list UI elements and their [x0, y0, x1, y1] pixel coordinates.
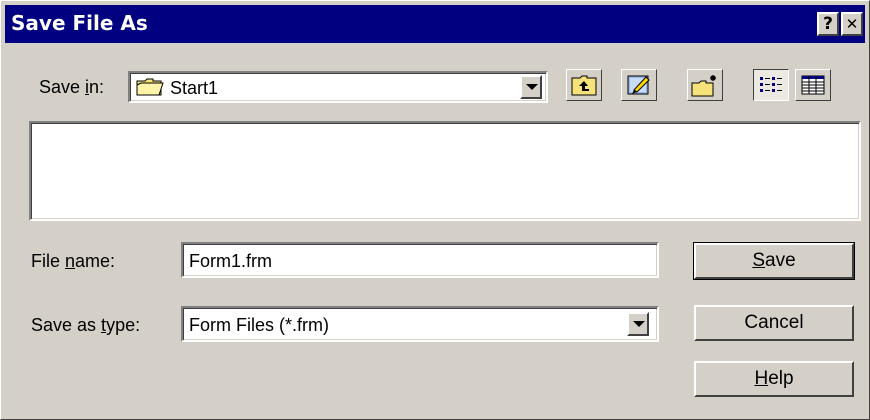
file-list-area[interactable] — [29, 121, 861, 221]
help-button[interactable]: Help — [694, 361, 854, 397]
file-name-value: Form1.frm — [189, 251, 272, 271]
save-button-label: ave — [765, 250, 796, 271]
list-view-button[interactable] — [753, 69, 789, 101]
save-in-combo[interactable]: Start1 — [128, 71, 548, 103]
new-folder-icon — [691, 75, 716, 97]
chevron-down-icon — [633, 321, 645, 327]
desktop-button[interactable] — [621, 69, 657, 101]
save-button[interactable]: Save — [693, 242, 855, 280]
title-bar[interactable]: Save File As ? ✕ — [5, 5, 865, 43]
save-in-dropdown-button[interactable] — [520, 75, 542, 99]
save-in-label-post: n: — [89, 77, 105, 97]
cancel-button-label: Cancel — [744, 312, 804, 333]
help-title-button[interactable]: ? — [817, 12, 839, 36]
file-name-input[interactable]: Form1.frm — [181, 242, 659, 278]
details-view-icon — [801, 75, 825, 95]
save-in-label: Save in: — [39, 77, 104, 98]
list-view-icon — [760, 77, 782, 92]
save-as-type-label-post: ype: — [106, 315, 141, 335]
save-as-type-dropdown-button[interactable] — [627, 312, 649, 336]
help-button-mnemonic: H — [754, 368, 769, 389]
new-folder-button[interactable] — [687, 69, 723, 101]
save-as-type-value: Form Files (*.frm) — [189, 315, 329, 335]
save-as-type-combo[interactable]: Form Files (*.frm) — [181, 306, 659, 342]
save-in-label-pre: Save — [39, 77, 86, 97]
details-view-button[interactable] — [795, 69, 831, 101]
close-icon: ✕ — [845, 15, 859, 33]
chevron-down-icon — [526, 84, 538, 90]
up-one-level-button[interactable] — [566, 69, 602, 101]
file-name-label: File name: — [31, 251, 115, 272]
save-as-type-label-pre: Save as — [31, 315, 102, 335]
folder-icon — [136, 78, 164, 96]
file-name-label-post: ame: — [75, 251, 116, 271]
save-as-type-label: Save as type: — [31, 315, 140, 336]
desktop-icon — [627, 75, 650, 95]
window-title: Save File As — [11, 11, 148, 35]
question-icon: ? — [823, 14, 833, 34]
save-button-mnemonic: S — [752, 250, 766, 271]
up-folder-icon — [571, 75, 597, 96]
cancel-button[interactable]: Cancel — [694, 305, 854, 341]
file-name-label-mnemonic: n — [65, 251, 76, 271]
help-button-label: elp — [768, 368, 794, 389]
save-in-value: Start1 — [170, 78, 219, 98]
save-file-as-dialog: Save File As ? ✕ Save in: Start1 File na… — [0, 0, 870, 420]
close-button[interactable]: ✕ — [841, 12, 863, 36]
file-name-label-pre: File — [31, 251, 66, 271]
